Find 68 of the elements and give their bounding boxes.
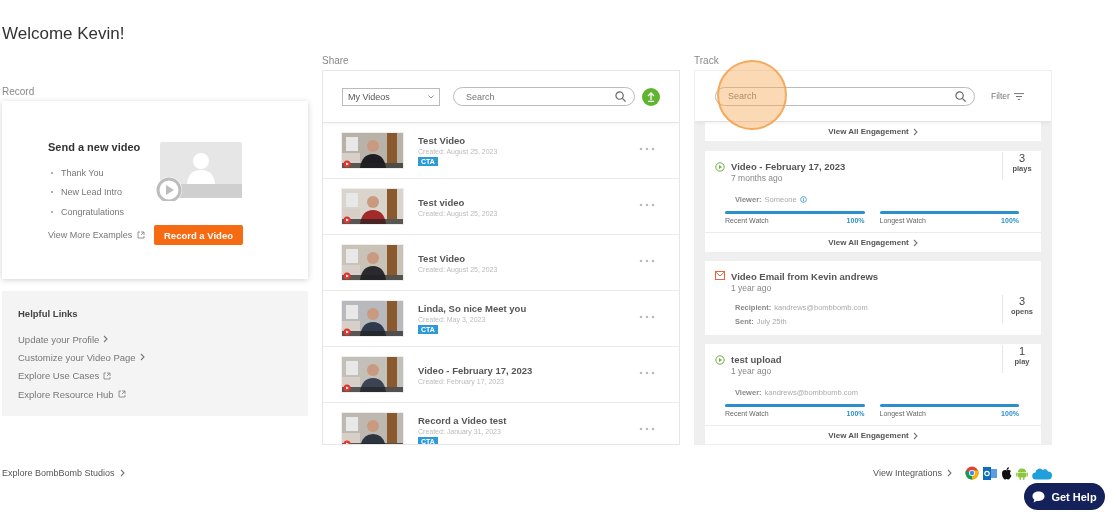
video-title: Test Video [418,135,466,146]
integrations-link[interactable]: View Integrations [873,468,952,478]
example-item: Congratulations [61,206,125,217]
studios-link[interactable]: Explore BombBomb Studios [2,466,125,480]
time-ago: 7 months ago [731,173,784,183]
video-title: Record a Video test [418,415,507,426]
welcome-heading: Welcome Kevin! [1,23,126,45]
panel-heading: Helpful Links [18,308,79,319]
help-link[interactable]: Customize your Video Page [18,348,292,367]
more-options-icon[interactable] [639,371,655,375]
open-count: 3 [1018,295,1026,307]
get-help-button[interactable]: Get Help [1024,483,1105,510]
engagement-title[interactable]: test upload [731,354,782,365]
play-icon [715,355,725,365]
search-icon[interactable] [615,91,626,102]
example-item: New Lead Intro [61,187,123,198]
envelope-icon [715,271,725,280]
play-icon [715,162,725,172]
section-label: Record [2,84,36,99]
section-label: Track [694,53,720,68]
help-link[interactable]: Explore Use Cases [18,366,292,385]
video-title: Test Video [418,252,466,264]
chevron-icon [119,469,125,477]
video-title: Video - February 17, 2023 [418,364,533,376]
upload-icon [647,91,655,102]
section-label: Share [322,53,350,68]
external-link-icon [137,230,146,239]
chrome-icon[interactable] [965,466,979,480]
video-title: Linda, So nice Meet you [418,303,527,314]
search-icon[interactable] [955,90,966,102]
chevron-icon [139,353,145,362]
apple-icon[interactable] [1001,466,1012,480]
mail-app-icon[interactable] [983,466,997,480]
chat-icon [1032,490,1046,503]
engagement-title[interactable]: Video Email from Kevin andrews [731,271,879,282]
engagement-title[interactable]: Video - February 17, 2023 [731,161,846,172]
upload-button[interactable] [642,87,660,106]
play-count: 1 [1018,345,1026,357]
filter-button[interactable]: Filter [991,91,1024,101]
video-dropdown[interactable]: My Videos [342,87,440,106]
examples-link[interactable]: View More Examples [48,229,146,240]
chevron-icon [912,431,918,440]
caret-icon [428,94,434,99]
search-field[interactable]: Search [453,87,635,106]
more-options-icon[interactable] [639,427,655,431]
chevron-icon [947,469,952,477]
time-ago: 1 year ago [731,366,773,376]
example-item: Thank You [61,167,104,178]
chevron-icon [103,335,109,344]
cloud-icon[interactable] [1032,466,1052,480]
more-options-icon[interactable] [639,315,655,319]
external-link-icon [103,371,112,380]
info-icon[interactable] [799,196,807,203]
more-options-icon[interactable] [639,203,655,207]
view-all-link[interactable]: View All Engagement [705,121,1041,141]
time-ago: 1 year ago [731,283,773,293]
card-heading: Send a new video [48,141,142,153]
help-link[interactable]: Explore Resource Hub [18,384,292,404]
more-options-icon[interactable] [639,259,655,263]
external-link-icon [117,390,126,399]
more-options-icon[interactable] [639,147,655,151]
play-count: 3 [1018,152,1026,164]
filter-icon [1013,92,1024,100]
help-link[interactable]: Update your Profile [18,330,292,349]
chevron-icon [912,127,918,136]
video-title: Test video [418,196,465,208]
search-field[interactable]: Search [715,86,975,106]
chevron-icon [912,238,918,247]
